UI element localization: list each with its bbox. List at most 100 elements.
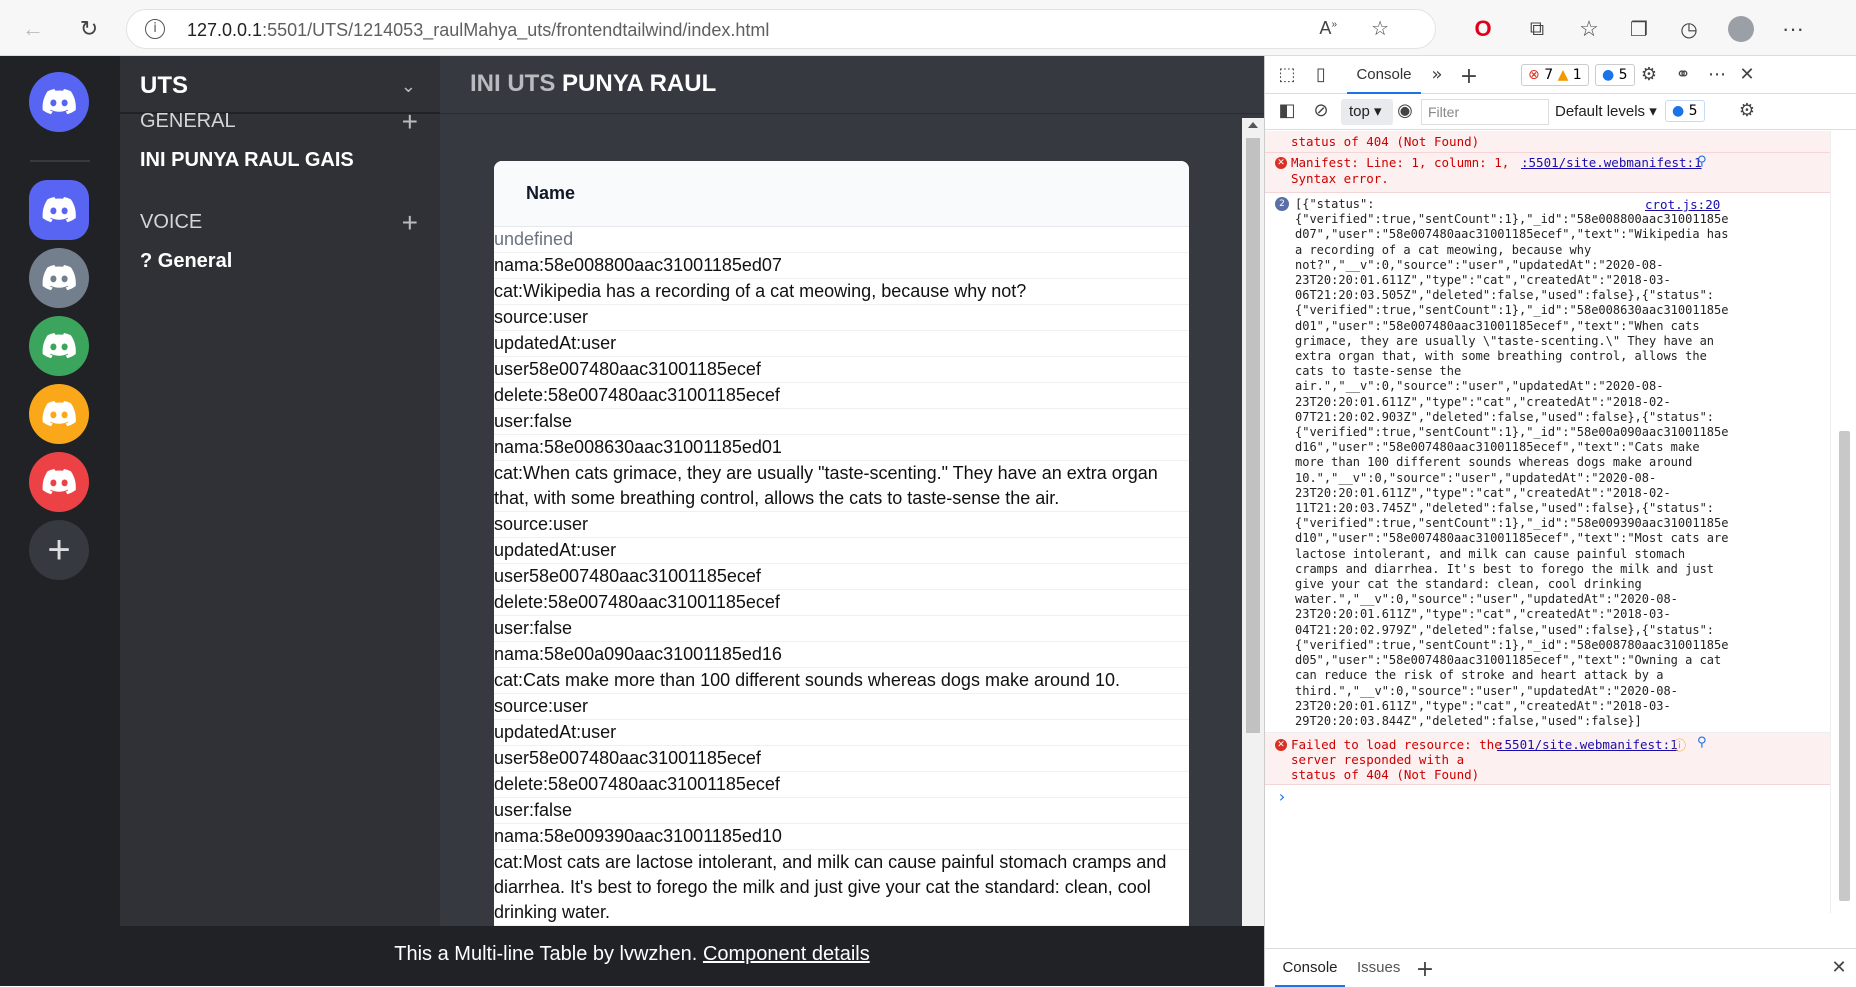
favorite-add-icon[interactable]: ☆ xyxy=(1371,16,1389,41)
warning-info-icon[interactable]: ⓘ xyxy=(1673,735,1686,754)
scrollbar-thumb[interactable] xyxy=(1839,431,1850,901)
console-settings-icon[interactable]: ⚙ xyxy=(1735,100,1759,122)
levels-message-badge[interactable]: ● 5 xyxy=(1665,100,1705,122)
table-row: nama:58e008800aac31001185ed07 xyxy=(494,253,1189,279)
log-line: a recording of a cat meowing, because wh… xyxy=(1295,242,1592,257)
back-icon[interactable]: ← xyxy=(16,12,50,46)
site-info-icon[interactable]: i xyxy=(145,19,165,39)
chevron-down-icon[interactable]: ⌄ xyxy=(401,76,416,97)
table-row: user:false xyxy=(494,409,1189,435)
server-home-icon[interactable] xyxy=(29,72,89,132)
component-details-link[interactable]: Component details xyxy=(703,943,870,965)
add-server-icon[interactable]: + xyxy=(29,520,89,580)
browser-toolbar: ← ↻ i 127.0.0.1:5501/UTS/1214053_raulMah… xyxy=(0,0,1856,56)
sidebar-toggle-icon[interactable]: ◧ xyxy=(1275,100,1299,122)
repeat-count-badge: 2 xyxy=(1275,197,1289,211)
server-yellow-icon[interactable] xyxy=(29,384,89,444)
error-text: Failed to load resource: the xyxy=(1291,737,1502,752)
error-text: status of 404 (Not Found) xyxy=(1291,767,1480,782)
add-channel-icon[interactable]: + xyxy=(402,108,418,136)
history-icon[interactable]: ◷ xyxy=(1672,12,1706,46)
table-row: user58e007480aac31001185ecef xyxy=(494,746,1189,772)
more-tabs-icon[interactable]: » xyxy=(1425,64,1449,86)
error-icon: ✕ xyxy=(1275,157,1287,169)
data-table: Name undefined nama:58e008800aac31001185e… xyxy=(494,161,1189,926)
more-options-icon[interactable]: ⋯ xyxy=(1705,64,1729,86)
server-gray-icon[interactable] xyxy=(29,248,89,308)
log-line: 23T20:20:01.611Z","type":"cat","createdA… xyxy=(1295,607,1671,622)
category-voice[interactable]: VOICE xyxy=(140,211,202,234)
server-green-icon[interactable] xyxy=(29,316,89,376)
table-row: nama:58e00a090aac31001185ed16 xyxy=(494,642,1189,668)
log-line: water.","__v":0,"source":"user","updated… xyxy=(1295,592,1678,607)
add-drawer-tab-icon[interactable]: + xyxy=(1413,957,1437,982)
address-bar[interactable]: i 127.0.0.1:5501/UTS/1214053_raulMahya_u… xyxy=(126,9,1436,49)
collections-icon[interactable]: ❐ xyxy=(1622,12,1656,46)
reload-icon[interactable]: ↻ xyxy=(72,12,106,46)
table-row: updatedAt:user xyxy=(494,720,1189,746)
close-devtools-icon[interactable]: ✕ xyxy=(1735,64,1759,86)
console-prompt[interactable]: › xyxy=(1265,785,1856,809)
table-row: cat:Wikipedia has a recording of a cat m… xyxy=(494,279,1189,305)
log-line: give your cat the standard: clean, cool … xyxy=(1295,577,1642,592)
search-icon[interactable]: ⚲ xyxy=(1697,154,1707,169)
context-select[interactable]: top ▾ xyxy=(1341,99,1393,125)
page-header: INI UTS PUNYA RAUL xyxy=(440,56,1264,114)
log-line: 29T20:20:03.844Z","deleted":false,"used"… xyxy=(1295,713,1642,728)
connect-icon[interactable]: ⚭ xyxy=(1671,64,1695,86)
source-link[interactable]: :5501/site.webmanifest:1 xyxy=(1521,155,1702,170)
messages-badge[interactable]: ● 5 xyxy=(1595,64,1635,86)
source-link[interactable]: :5501/site.webmanifest:1 xyxy=(1497,737,1678,752)
more-menu-icon[interactable]: ··· xyxy=(1776,12,1810,46)
table-row: cat:When cats grimace, they are usually … xyxy=(494,461,1189,512)
devtools-panel: ⬚ ▯ Console » + ⊗ 7 ▲ 1 ● 5 ⚙ ⚭ ⋯ ✕ ◧ ⊘ … xyxy=(1264,56,1856,987)
table-body: undefined nama:58e008800aac31001185ed07 ca… xyxy=(494,227,1189,926)
log-line: d07","user":"58e007480aac31001185ecef","… xyxy=(1295,227,1729,242)
log-line: 07T21:20:02.903Z","deleted":false,"used"… xyxy=(1295,409,1715,424)
read-aloud-icon[interactable]: A» xyxy=(1319,18,1337,39)
levels-dropdown[interactable]: Default levels ▾ xyxy=(1555,102,1657,120)
log-line: 04T21:20:02.979Z","deleted":false,"used"… xyxy=(1295,622,1715,637)
live-expression-eye-icon[interactable]: ◉ xyxy=(1393,100,1417,122)
table-row: delete:58e007480aac31001185ecef xyxy=(494,590,1189,616)
favorites-icon[interactable]: ☆ xyxy=(1572,12,1606,46)
scrollbar-thumb[interactable] xyxy=(1246,138,1260,733)
server-red-icon[interactable] xyxy=(29,452,89,512)
settings-gear-icon[interactable]: ⚙ xyxy=(1637,64,1661,86)
footer-bar: This a Multi-line Table by lvwzhen. Comp… xyxy=(0,926,1264,986)
channel-item[interactable]: INI PUNYA RAUL GAIS xyxy=(140,149,354,172)
drawer-tabs: Console Issues + ✕ xyxy=(1265,948,1856,987)
profile-avatar[interactable] xyxy=(1724,12,1758,46)
inspect-icon[interactable]: ⬚ xyxy=(1275,64,1299,86)
server-blue-icon[interactable] xyxy=(29,180,89,240)
log-line: 23T20:20:01.611Z","type":"cat","createdA… xyxy=(1295,273,1671,288)
page-title: INI UTS PUNYA RAUL xyxy=(470,70,717,97)
device-toggle-icon[interactable]: ▯ xyxy=(1309,64,1333,86)
drawer-tab-issues[interactable]: Issues xyxy=(1357,949,1400,987)
console-scrollbar[interactable] xyxy=(1830,131,1856,913)
extensions-icon[interactable]: ⧉ xyxy=(1520,12,1554,46)
category-general[interactable]: GENERAL xyxy=(140,110,236,133)
clear-console-icon[interactable]: ⊘ xyxy=(1309,100,1333,122)
console-error: status of 404 (Not Found) xyxy=(1265,131,1856,153)
opera-extension-icon[interactable]: O xyxy=(1466,12,1500,46)
voice-channel-item[interactable]: ? General xyxy=(140,250,232,273)
error-text: server responded with a xyxy=(1291,752,1465,767)
add-tab-icon[interactable]: + xyxy=(1457,64,1481,89)
search-icon[interactable]: ⚲ xyxy=(1697,735,1707,750)
tab-console[interactable]: Console xyxy=(1347,56,1421,94)
table-row: user:false xyxy=(494,798,1189,824)
table-row: source:user xyxy=(494,512,1189,538)
filter-input[interactable]: Filter xyxy=(1421,99,1549,125)
url-text: 127.0.0.1:5501/UTS/1214053_raulMahya_uts… xyxy=(187,20,770,40)
close-drawer-icon[interactable]: ✕ xyxy=(1827,957,1851,979)
add-voice-channel-icon[interactable]: + xyxy=(402,209,418,237)
issues-badge[interactable]: ⊗ 7 ▲ 1 xyxy=(1521,64,1589,86)
table-row: source:user xyxy=(494,305,1189,331)
drawer-tab-console[interactable]: Console xyxy=(1275,949,1345,987)
page-scrollbar[interactable] xyxy=(1242,118,1264,926)
server-header[interactable]: UTS ⌄ xyxy=(120,56,440,114)
log-line: extra organ that, with some breathing co… xyxy=(1295,349,1707,364)
log-line: [{"status": xyxy=(1295,197,1375,211)
log-line: 10.","__v":0,"source":"user","updatedAt"… xyxy=(1295,470,1657,485)
